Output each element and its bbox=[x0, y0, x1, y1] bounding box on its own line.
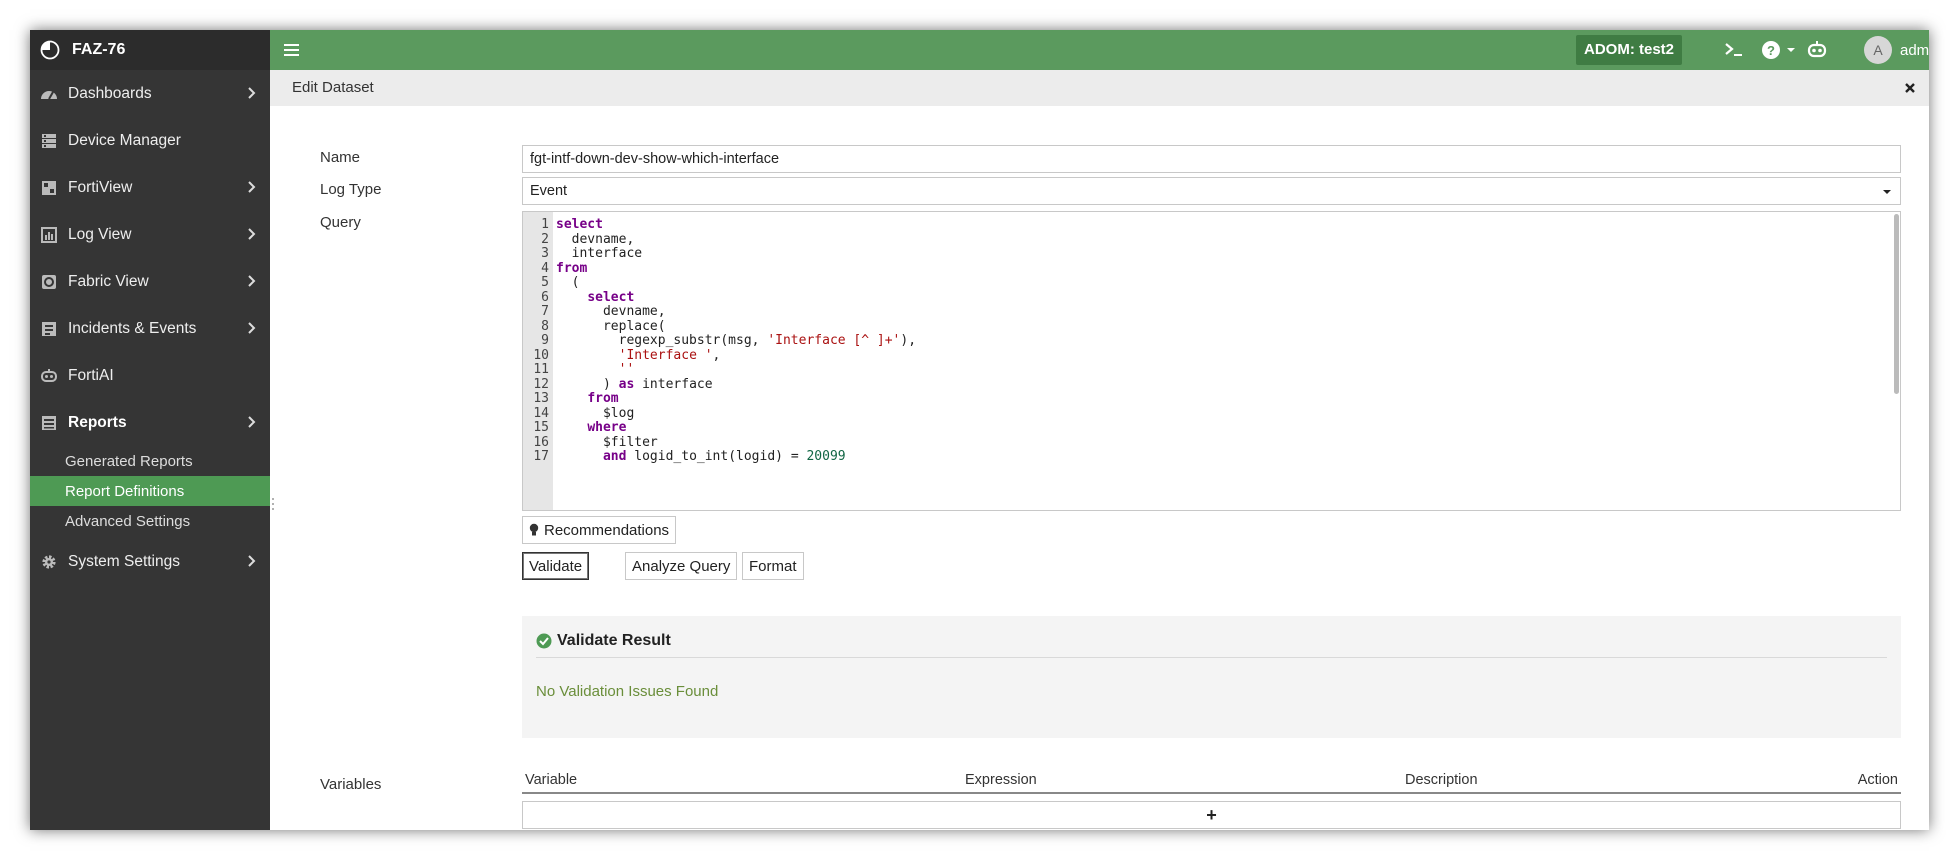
analyze-query-button[interactable]: Analyze Query bbox=[625, 552, 738, 580]
check-circle-icon bbox=[536, 633, 552, 649]
log-type-label: Log Type bbox=[320, 181, 382, 198]
chevron-right-icon bbox=[248, 275, 256, 287]
top-bar: ADOM: test2 ? A admin bbox=[270, 30, 1929, 70]
validate-button[interactable]: Validate bbox=[522, 552, 590, 580]
sidebar-subitem-report-definitions[interactable]: Report Definitions bbox=[30, 476, 270, 506]
query-label: Query bbox=[320, 214, 361, 231]
chevron-right-icon bbox=[248, 181, 256, 193]
sidebar-item-label: Fabric View bbox=[68, 272, 149, 290]
avatar: A bbox=[1864, 36, 1892, 64]
sidebar-item-device-manager[interactable]: Device Manager bbox=[30, 117, 270, 164]
log-view-icon bbox=[40, 226, 58, 244]
help-icon: ? bbox=[1762, 41, 1780, 59]
sidebar-item-dashboards[interactable]: Dashboards bbox=[30, 70, 270, 117]
query-editor[interactable]: 1 select 2 devname, 3 interface 4 from 5 (6 se… bbox=[522, 211, 1901, 511]
chevron-right-icon bbox=[248, 322, 256, 334]
column-header-description: Description bbox=[1405, 772, 1478, 788]
chevron-right-icon bbox=[248, 416, 256, 428]
sidebar-item-fortiai[interactable]: FortiAI bbox=[30, 352, 270, 399]
sidebar-item-label: Incidents & Events bbox=[68, 319, 197, 337]
edit-dataset-form: Name fgt-intf-down-dev-show-which-interf… bbox=[282, 106, 1929, 830]
chevron-right-icon bbox=[248, 228, 256, 240]
sidebar-item-fortiview[interactable]: FortiView bbox=[30, 164, 270, 211]
sidebar-item-system-settings[interactable]: System Settings bbox=[30, 538, 270, 585]
code-text: and logid_to_int(logid) = 20099 bbox=[602, 449, 846, 464]
editor-scrollbar[interactable] bbox=[1894, 214, 1899, 394]
chevron-down-icon bbox=[1787, 48, 1795, 52]
sidebar-resize-handle[interactable] bbox=[270, 496, 276, 512]
validate-result-panel: Validate Result No Validation Issues Fou… bbox=[522, 616, 1901, 738]
user-name: admin bbox=[1900, 41, 1929, 59]
code-line[interactable]: 17 and logid_to_int(logid) = 20099 bbox=[523, 448, 845, 466]
adom-selector[interactable]: ADOM: test2 bbox=[1576, 35, 1683, 65]
help-menu[interactable]: ? bbox=[1761, 38, 1797, 62]
sidebar-item-reports[interactable]: Reports bbox=[30, 399, 270, 446]
sidebar-item-incidents-events[interactable]: Incidents & Events bbox=[30, 305, 270, 352]
line-number: 17 bbox=[533, 449, 549, 464]
sidebar-item-label: System Settings bbox=[68, 552, 180, 570]
recommendations-button[interactable]: Recommendations bbox=[522, 516, 677, 544]
variables-table-header: Variable Expression Description Action bbox=[522, 768, 1901, 794]
column-header-action: Action bbox=[1857, 772, 1898, 788]
validate-result-title-text: Validate Result bbox=[557, 632, 671, 649]
sidebar-item-log-view[interactable]: Log View bbox=[30, 211, 270, 258]
chevron-right-icon bbox=[248, 87, 256, 99]
brand-name: FAZ-76 bbox=[72, 41, 126, 58]
validate-result-message: No Validation Issues Found bbox=[536, 683, 719, 700]
incidents-icon bbox=[40, 320, 58, 338]
page-title: Edit Dataset bbox=[292, 79, 374, 96]
validate-result-title: Validate Result bbox=[536, 632, 671, 650]
variables-label: Variables bbox=[320, 776, 382, 793]
dataset-name-input[interactable]: fgt-intf-down-dev-show-which-interface bbox=[522, 145, 1901, 173]
fortiview-icon bbox=[40, 179, 58, 197]
sidebar-item-label: FortiAI bbox=[68, 366, 114, 384]
brand-logo-icon bbox=[40, 40, 60, 60]
sidebar-item-label: Device Manager bbox=[68, 131, 181, 149]
log-type-select[interactable]: Event bbox=[522, 177, 1901, 205]
column-header-expression: Expression bbox=[965, 772, 1037, 788]
fortiai-assistant-icon[interactable] bbox=[1806, 38, 1828, 62]
fabric-view-icon bbox=[40, 273, 58, 291]
add-variable-button[interactable]: + bbox=[522, 801, 1901, 829]
hamburger-menu-icon[interactable] bbox=[282, 40, 302, 60]
sidebar-item-label: Reports bbox=[68, 413, 127, 431]
chevron-down-icon bbox=[1883, 190, 1891, 194]
lightbulb-icon bbox=[529, 523, 539, 536]
column-header-variable: Variable bbox=[525, 772, 578, 788]
svg-text:?: ? bbox=[1767, 43, 1775, 58]
sidebar-item-fabric-view[interactable]: Fabric View bbox=[30, 258, 270, 305]
dialog-header: Edit Dataset bbox=[270, 70, 1929, 106]
sidebar-item-label: Log View bbox=[68, 225, 132, 243]
name-label: Name bbox=[320, 149, 361, 166]
user-menu[interactable]: A admin bbox=[1864, 36, 1929, 64]
sidebar: FAZ-76 Dashboards Device Manager FortiVi… bbox=[30, 30, 270, 830]
recommendations-label: Recommendations bbox=[544, 521, 670, 539]
sidebar-item-label: FortiView bbox=[68, 178, 133, 196]
chevron-right-icon bbox=[248, 555, 256, 567]
brand[interactable]: FAZ-76 bbox=[30, 30, 270, 70]
format-button[interactable]: Format bbox=[742, 552, 804, 580]
sidebar-subitem-generated-reports[interactable]: Generated Reports bbox=[30, 446, 270, 476]
dashboard-icon bbox=[40, 85, 58, 103]
divider bbox=[536, 657, 1887, 658]
reports-icon bbox=[40, 414, 58, 432]
sidebar-subitem-advanced-settings[interactable]: Advanced Settings bbox=[30, 506, 270, 536]
device-manager-icon bbox=[40, 132, 58, 150]
gear-icon bbox=[40, 553, 58, 571]
fortiai-icon bbox=[40, 367, 58, 385]
close-icon[interactable] bbox=[1903, 81, 1917, 95]
log-type-value: Event bbox=[530, 183, 568, 199]
sidebar-item-label: Dashboards bbox=[68, 84, 152, 102]
cli-console-icon[interactable] bbox=[1724, 38, 1744, 62]
app-window: FAZ-76 Dashboards Device Manager FortiVi… bbox=[30, 30, 1929, 830]
